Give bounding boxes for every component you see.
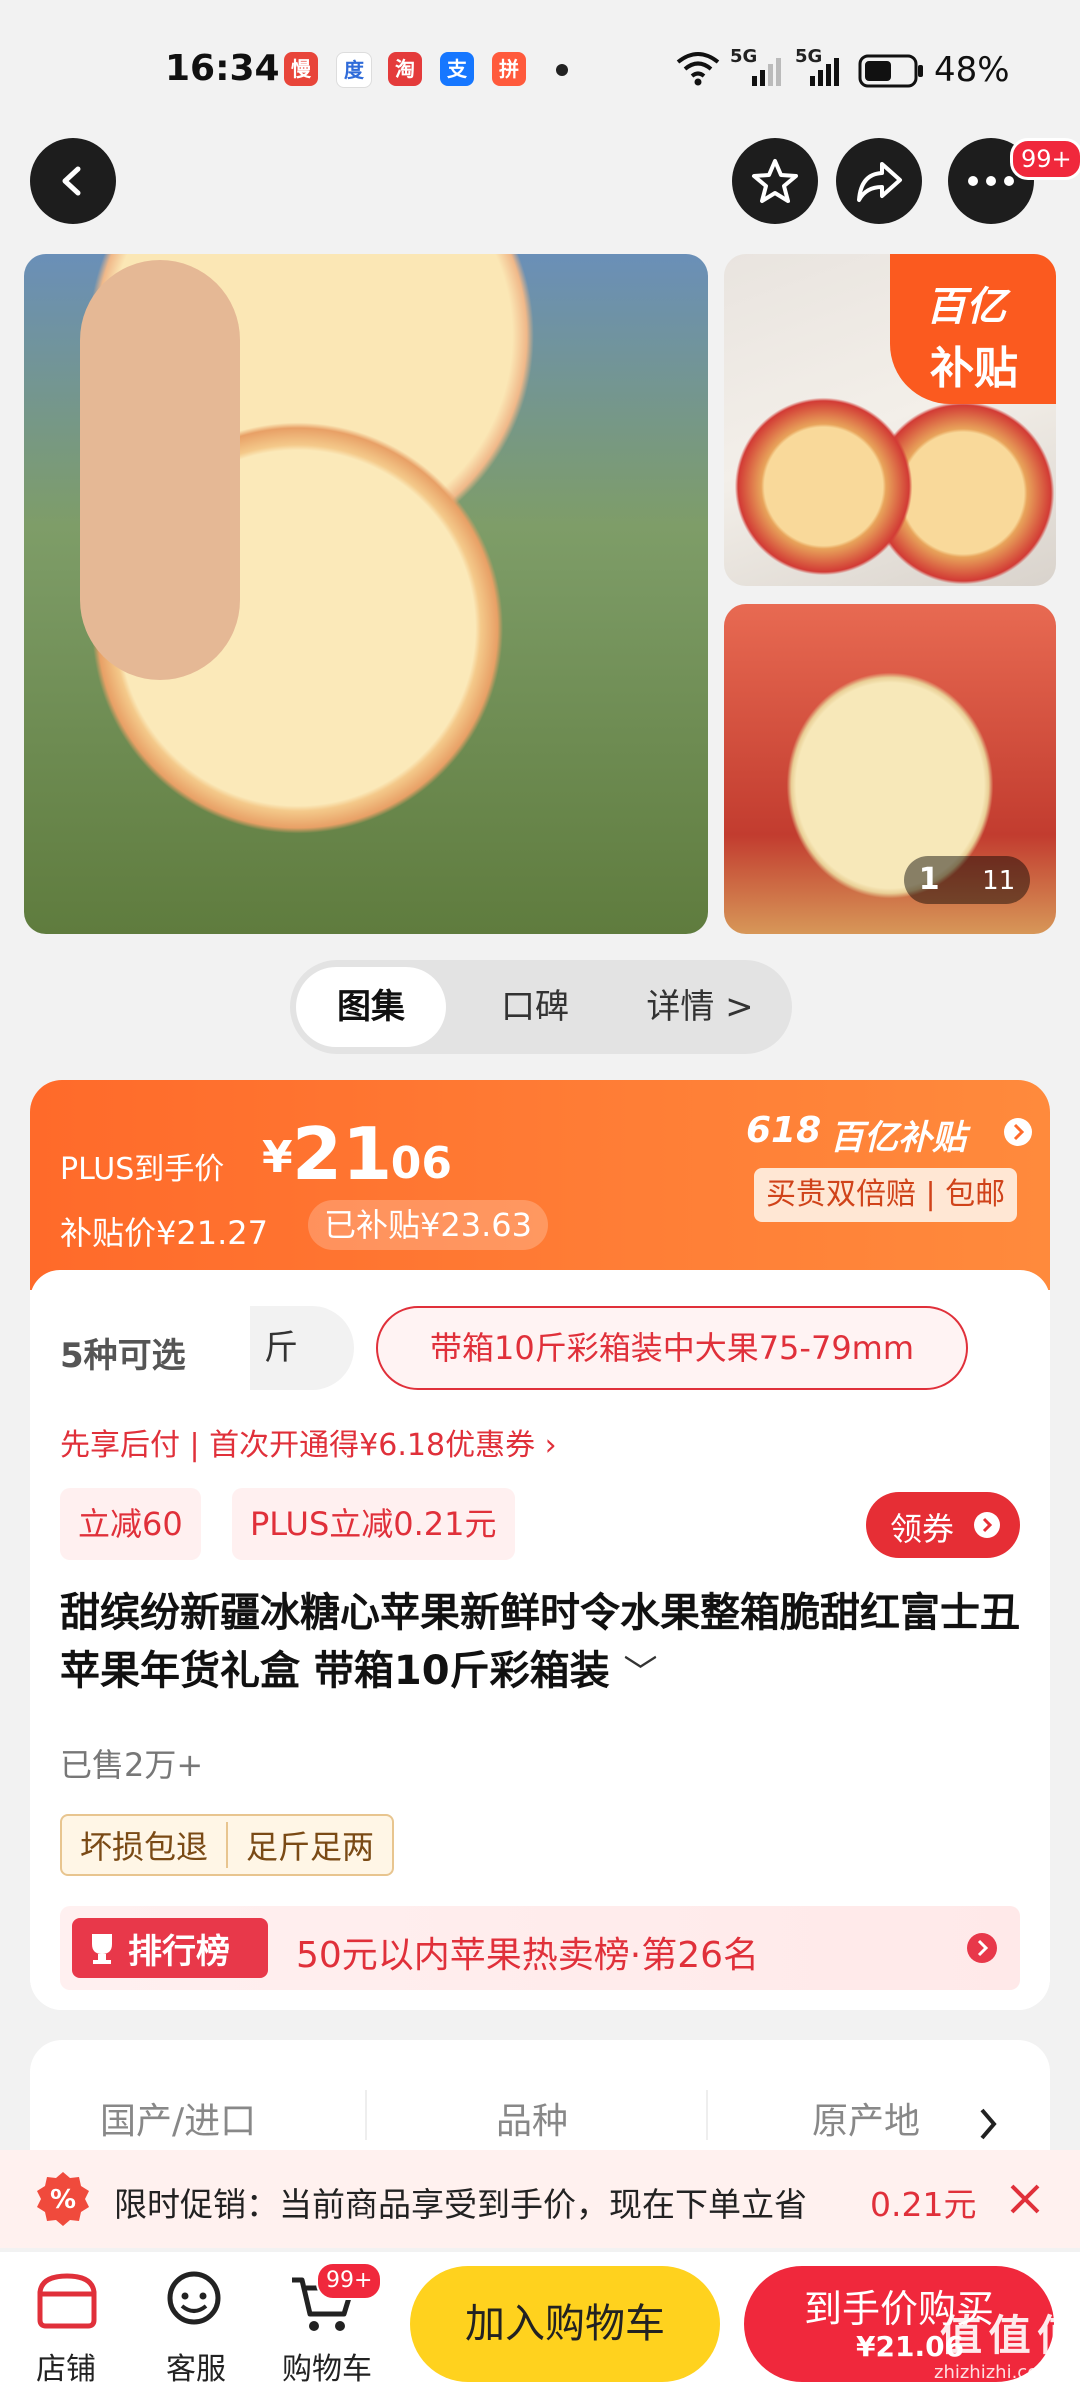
claim-coupon-button[interactable]: 领券 [866, 1492, 1020, 1558]
divider [365, 2090, 367, 2140]
coupon-tag-1: 立减60 [60, 1488, 201, 1560]
chevron-left-icon [62, 166, 81, 196]
more-icon [968, 176, 1014, 186]
divider [706, 2090, 708, 2140]
pay-later-link[interactable]: 先享后付 | 首次开通得¥6.18优惠券 › [60, 1420, 557, 1464]
subsidy-badge-line1: 百亿 [926, 284, 1006, 330]
tab-gallery[interactable]: 图集 [296, 967, 446, 1047]
hand-image-detail [80, 260, 240, 680]
ranking-banner[interactable]: 排行榜 50元以内苹果热卖榜·第26名 [60, 1906, 1020, 1990]
subsidy-badge: 百亿 补贴 [890, 254, 1056, 404]
promo-amount: 0.21元 [870, 2185, 977, 2224]
counter-total: 11 [982, 866, 1016, 896]
cart-label: 购物车 [282, 2352, 372, 2387]
promo-bar: % 限时促销：当前商品享受到手价，现在下单立省 0.21元 [0, 2150, 1080, 2248]
watermark-logo: 值 值 值 [940, 2311, 1079, 2360]
trophy-icon [92, 1934, 112, 1964]
chevron-right-icon [974, 1512, 1000, 1538]
tab-reviews[interactable]: 口碑 [460, 967, 610, 1047]
gallery-tabs: 图集 口碑 详情 > [290, 960, 792, 1054]
attr-variety: 品种 [496, 2101, 569, 2142]
spec-option-selected[interactable]: 带箱10斤彩箱装中大果75-79mm [376, 1306, 968, 1390]
notification-badge: 99+ [1010, 138, 1080, 180]
cart-badge: 99+ [316, 2262, 383, 2300]
shopping-notification-icon-2: 拼 [492, 52, 526, 86]
coupon-tag-2: PLUS立减0.21元 [232, 1488, 515, 1560]
counter-current: 1 [918, 862, 940, 897]
signal-2-icon [810, 58, 839, 86]
share-icon [857, 162, 902, 202]
service-tag-1: 坏损包退 [62, 1822, 229, 1868]
favorite-button[interactable] [732, 138, 818, 224]
image-counter: 1 11 [904, 856, 1030, 904]
chevron-right-circle-icon [967, 1933, 997, 1963]
sold-count: 已售2万+ [60, 1746, 204, 1784]
cart-button[interactable]: 99+ 购物车 [272, 2262, 392, 2387]
watermark-url: zhizhizhi.com [934, 2362, 1056, 2383]
shop-button[interactable]: 店铺 [20, 2262, 114, 2387]
customer-service-label: 客服 [166, 2352, 226, 2387]
product-card: PLUS到手价 ¥ 21 .06 补贴价¥21.27 已补贴¥23.63 618… [30, 1080, 1050, 2010]
chevron-right-icon[interactable] [976, 2106, 1000, 2142]
share-button[interactable] [836, 138, 922, 224]
price-currency: ¥ [262, 1132, 293, 1183]
subsidy-badge-line2: 补贴 [930, 343, 1018, 394]
promo-brand: 百亿补贴 [830, 1118, 966, 1158]
guarantee-tag: 买贵双倍赔 | 包邮 [754, 1168, 1018, 1222]
ranking-label: 排行榜 [128, 1932, 230, 1972]
alipay-notification-icon: 支 [440, 52, 474, 86]
claim-coupon-label: 领券 [890, 1510, 955, 1548]
discount-icon: % [37, 2172, 89, 2226]
customer-service-button[interactable]: 客服 [146, 2262, 240, 2387]
shopping-notification-icon: 淘 [388, 52, 422, 86]
service-tag-2: 足斤足两 [246, 1828, 375, 1866]
star-icon [752, 159, 798, 203]
spec-count[interactable]: 5种可选 [60, 1328, 186, 1377]
attr-origin-type: 国产/进口 [100, 2101, 257, 2142]
product-title: 甜缤纷新疆冰糖心苹果新鲜时令水果整箱脆甜红富士丑苹果年货礼盒 带箱10斤彩箱装 … [60, 1584, 1020, 1702]
subsidized-amount: 已补贴¥23.63 [308, 1200, 548, 1250]
tab-details[interactable]: 详情 > [620, 967, 780, 1047]
service-tags[interactable]: 坏损包退 足斤足两 [60, 1814, 395, 1876]
shop-icon [37, 2273, 97, 2329]
chevron-right-circle-icon [1004, 1118, 1032, 1146]
product-title-text: 甜缤纷新疆冰糖心苹果新鲜时令水果整箱脆甜红富士丑苹果年货礼盒 带箱10斤彩箱装 [60, 1590, 1020, 1694]
spec-option-partial[interactable]: 斤 [250, 1306, 354, 1390]
signal-1-icon [752, 58, 781, 86]
price-decimal: .06 [374, 1138, 452, 1189]
add-to-cart-button[interactable]: 加入购物车 [410, 2266, 720, 2382]
expand-title-icon[interactable]: ﹀ [624, 1653, 658, 1693]
bottom-bar: 店铺 客服 99+ 购物车 加入购物车 到手价购买 ¥21.06 值 值 值 z… [0, 2252, 1080, 2400]
battery-level: 48% [934, 50, 1010, 90]
battery-icon [858, 54, 923, 88]
baidu-notification-icon: 度 [336, 52, 372, 88]
promo-text: 限时促销：当前商品享受到手价，现在下单立省 [114, 2185, 807, 2224]
svg-text:%: % [50, 2185, 76, 2215]
app-notification-icon: 慢 [284, 52, 318, 86]
attr-origin-place: 原产地 [812, 2101, 921, 2142]
plus-price-label: PLUS到手价 [60, 1152, 225, 1187]
ranking-text: 50元以内苹果热卖榜·第26名 [296, 1935, 760, 1976]
shop-label: 店铺 [36, 2352, 96, 2387]
subsidy-price: 补贴价¥21.27 [60, 1214, 268, 1252]
back-button[interactable] [30, 138, 116, 224]
promo-618: 618 [746, 1110, 822, 1151]
more-notifications-dot [556, 64, 568, 76]
clock: 16:34 [165, 48, 280, 89]
close-icon[interactable] [1008, 2182, 1042, 2216]
chat-icon [167, 2271, 221, 2325]
wifi-icon [676, 52, 720, 86]
